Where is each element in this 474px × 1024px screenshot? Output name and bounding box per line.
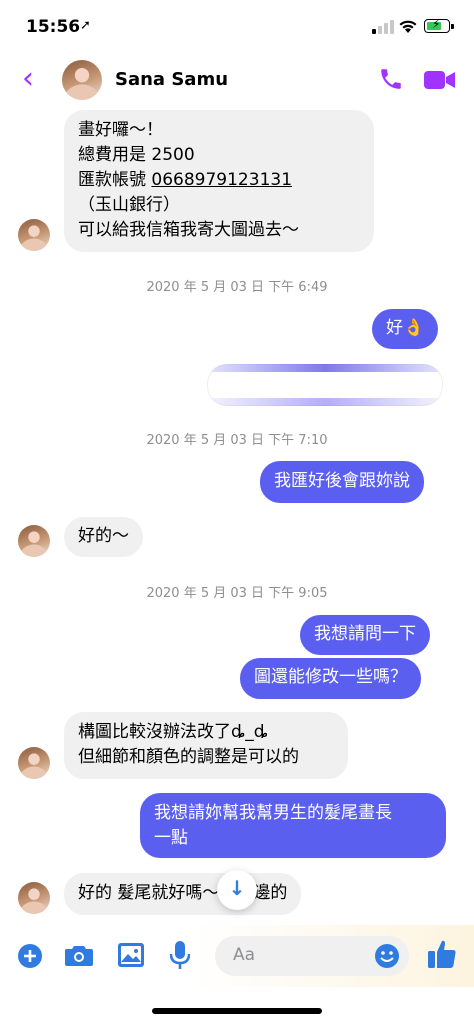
image-attachment[interactable]	[207, 364, 443, 406]
composer-bar: Aa	[0, 925, 474, 987]
phone-call-icon[interactable]	[378, 66, 404, 92]
cellular-signal-icon	[372, 20, 394, 34]
thumbs-up-icon[interactable]	[428, 939, 456, 969]
plus-icon[interactable]	[17, 943, 43, 969]
incoming-message[interactable]: 好的 髮尾就好嗎～子那邊的	[64, 873, 302, 915]
incoming-message[interactable]: 構圖比較沒辦法改了ȡ_ȡ 但細節和顏色的調整是可以的	[64, 712, 348, 779]
timestamp: 2020 年 5 月 03 日 下午 6:49	[146, 280, 328, 295]
scroll-to-bottom-button[interactable]: ↓	[217, 870, 257, 910]
status-bar: 15:56 ➚ ⚡	[0, 0, 474, 52]
arrow-down-icon: ↓	[228, 876, 246, 900]
microphone-icon[interactable]	[170, 941, 190, 971]
battery-icon: ⚡	[424, 17, 454, 33]
incoming-message[interactable]: 好的～	[64, 517, 143, 557]
account-number-link[interactable]: 0668979123131	[151, 170, 292, 190]
message-input-placeholder: Aa	[233, 945, 256, 965]
outgoing-message[interactable]: 我想請妳幫我幫男生的髮尾畫長 一點	[140, 793, 446, 858]
contact-name[interactable]: Sana Samu	[115, 69, 228, 90]
contact-avatar[interactable]	[62, 60, 102, 100]
incoming-message[interactable]: 畫好囉～！ 總費用是 2500 匯款帳號 0668979123131 （玉山銀行…	[64, 110, 374, 252]
sender-avatar[interactable]	[18, 882, 50, 914]
sender-avatar[interactable]	[18, 219, 50, 251]
timestamp: 2020 年 5 月 03 日 下午 9:05	[146, 586, 328, 601]
camera-icon[interactable]	[65, 944, 93, 966]
outgoing-message[interactable]: 我想請問一下	[300, 615, 430, 655]
outgoing-message[interactable]: 好👌	[372, 309, 439, 349]
back-button[interactable]: ‹	[22, 64, 34, 94]
outgoing-message[interactable]: 圖還能修改一些嗎？	[240, 658, 421, 699]
home-indicator	[152, 1008, 322, 1014]
status-time: 15:56	[26, 17, 81, 37]
chat-header: ‹ Sana Samu	[0, 52, 474, 108]
location-icon: ➚	[80, 18, 91, 33]
sender-avatar[interactable]	[18, 525, 50, 557]
timestamp: 2020 年 5 月 03 日 下午 7:10	[146, 433, 328, 448]
outgoing-message[interactable]: 我匯好後會跟妳說	[260, 461, 424, 503]
message-text: （玉山銀行） 可以給我信箱我寄大圖過去～	[78, 195, 299, 240]
wifi-icon	[399, 20, 417, 33]
sender-avatar[interactable]	[18, 747, 50, 779]
video-call-icon[interactable]	[424, 69, 456, 91]
image-gallery-icon[interactable]	[118, 943, 144, 967]
emoji-icon[interactable]	[374, 943, 400, 969]
